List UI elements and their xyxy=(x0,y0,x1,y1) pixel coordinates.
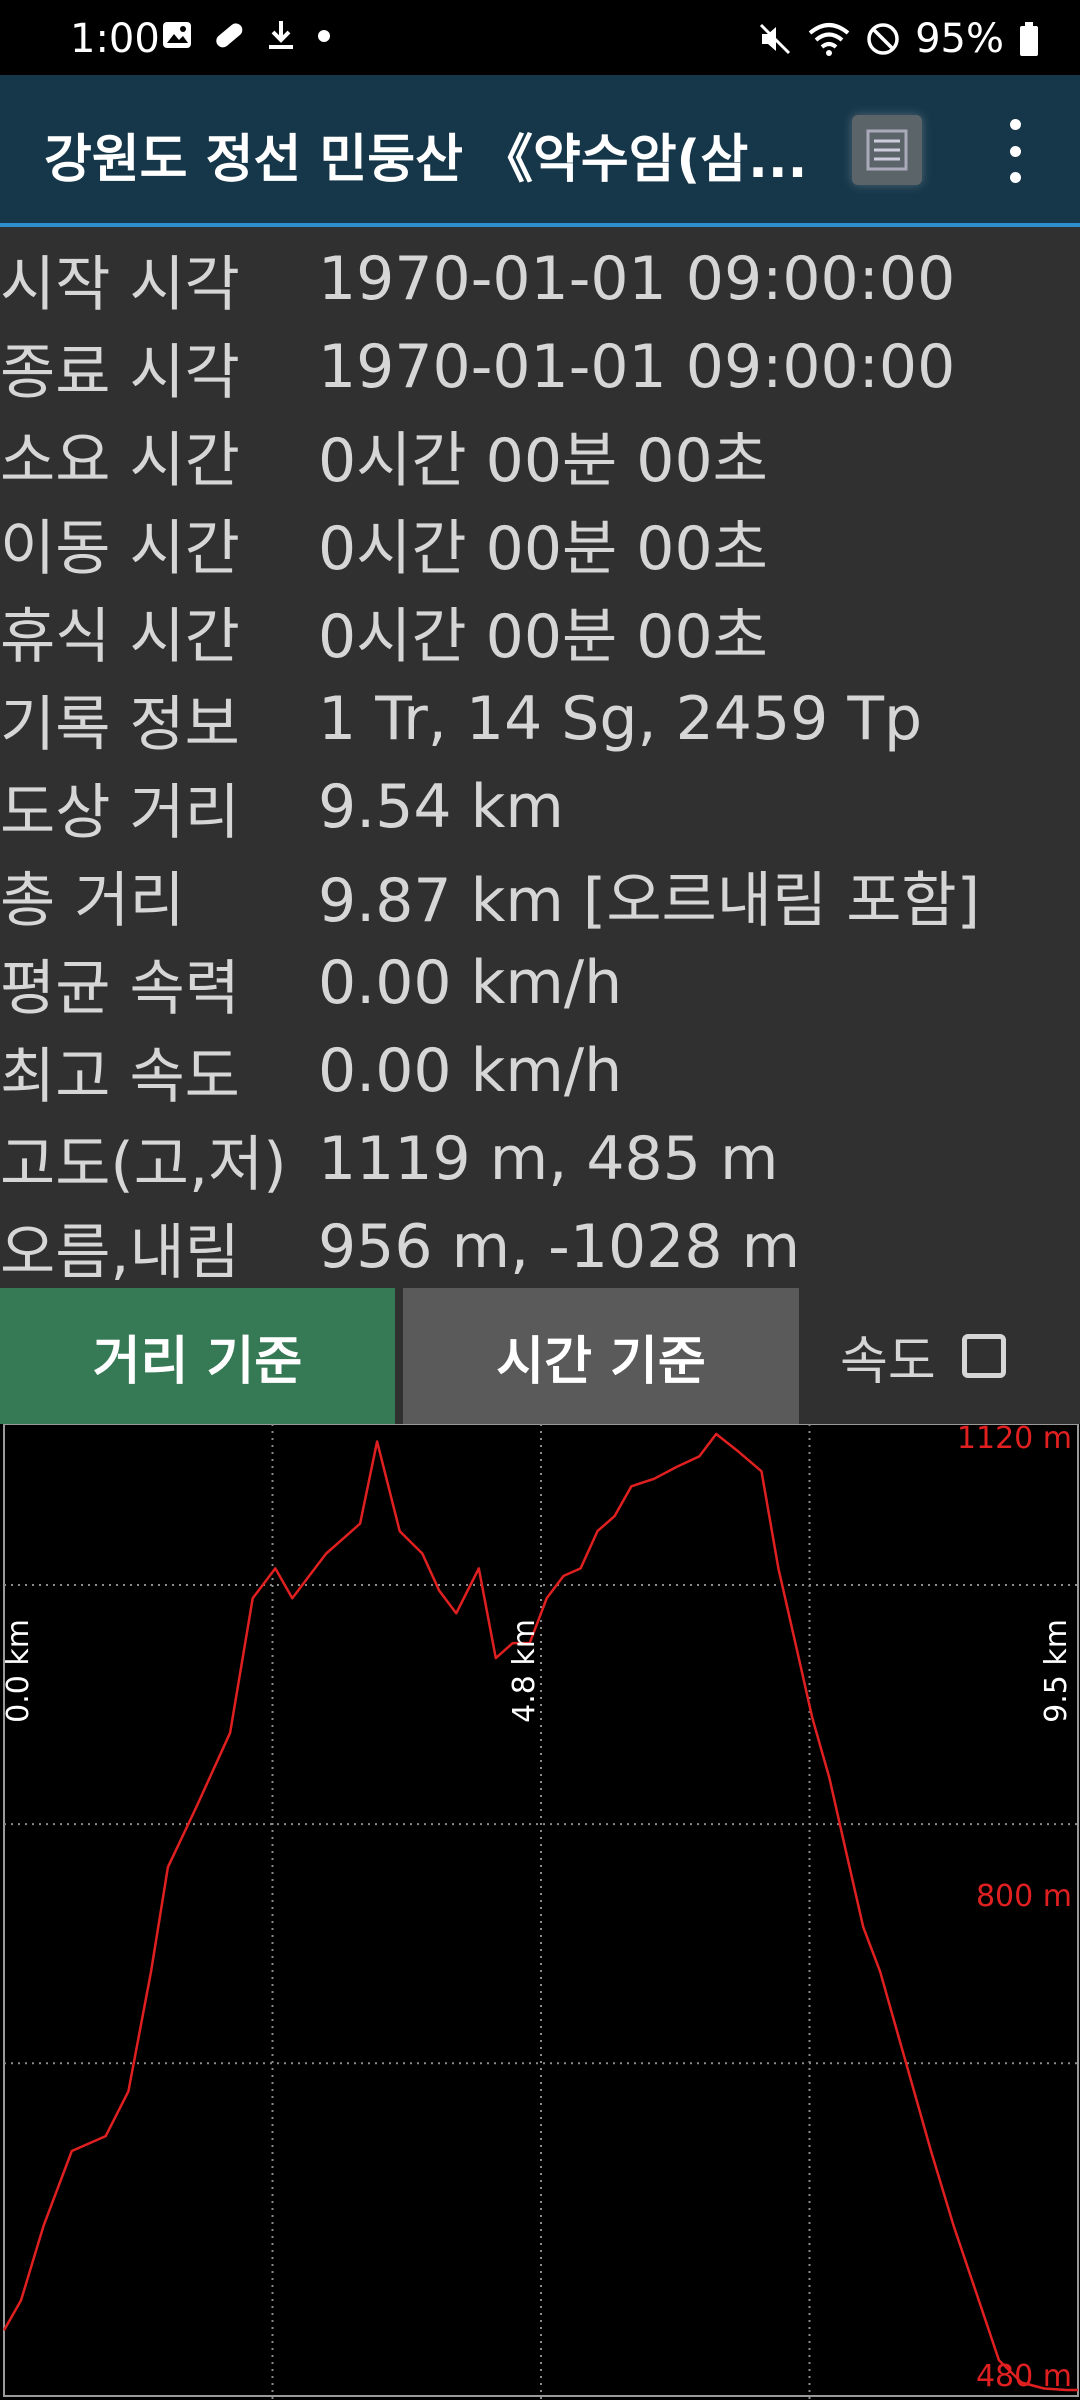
info-row-total-distance: 총 거리 9.87 km [오르내림 포함] xyxy=(0,851,1080,939)
info-value: 1119 m, 485 m xyxy=(318,1124,779,1194)
download-icon xyxy=(269,21,293,49)
info-row-avg-speed: 평균 속력 0.00 km/h xyxy=(0,939,1080,1027)
notification-icons xyxy=(160,18,332,52)
info-row-end-time: 종료 시각 1970-01-01 09:00:00 xyxy=(0,323,1080,411)
system-icons: 95% xyxy=(757,16,1040,62)
info-row-ascent-descent: 오름,내림 956 m, -1028 m xyxy=(0,1203,1080,1291)
info-row-moving-time: 이동 시간 0시간 00분 00초 xyxy=(0,499,1080,587)
info-row-start-time: 시작 시각 1970-01-01 09:00:00 xyxy=(0,235,1080,323)
x-tick-label: 9.5 km xyxy=(1039,1619,1074,1723)
battery-percent: 95% xyxy=(915,16,1004,62)
list-icon xyxy=(866,129,908,171)
pill-icon xyxy=(216,23,243,48)
dnd-icon xyxy=(867,23,899,55)
info-value: 9.54 km xyxy=(318,772,564,842)
elevation-chart-svg: 1120 m 800 m 480 m 0.0 km 4.8 km 9.5 km xyxy=(1,1424,1079,2400)
track-info-list: 시작 시각 1970-01-01 09:00:00 종료 시각 1970-01-01… xyxy=(0,235,1080,1291)
info-label: 총 거리 xyxy=(0,865,185,936)
image-icon xyxy=(163,22,191,48)
info-label: 평균 속력 xyxy=(0,953,240,1024)
info-value: 1 Tr, 14 Sg, 2459 Tp xyxy=(318,684,923,754)
mute-icon xyxy=(760,23,791,55)
info-label: 최고 속도 xyxy=(0,1041,240,1112)
speed-checkbox[interactable] xyxy=(961,1334,1006,1378)
info-value: 0.00 km/h xyxy=(318,1036,623,1106)
info-row-duration: 소요 시간 0시간 00분 00초 xyxy=(0,411,1080,499)
info-row-record-info: 기록 정보 1 Tr, 14 Sg, 2459 Tp xyxy=(0,675,1080,763)
info-label: 소요 시간 xyxy=(0,425,240,496)
distance-mode-button[interactable]: 거리 기준 xyxy=(0,1288,395,1424)
info-label: 휴식 시간 xyxy=(0,601,240,672)
info-label: 오름,내림 xyxy=(0,1217,240,1288)
time-mode-button[interactable]: 시간 기준 xyxy=(403,1288,799,1424)
info-label: 시작 시각 xyxy=(0,249,240,320)
track-title: 강원도 정선 민둥산 《약수암(삼... xyxy=(44,130,808,190)
status-bar: 1:00 95% xyxy=(0,0,1080,75)
info-label: 도상 거리 xyxy=(0,777,240,848)
speed-toggle[interactable]: 속도 xyxy=(840,1288,1006,1424)
y-tick-label: 800 m xyxy=(976,1879,1072,1914)
x-tick-label: 4.8 km xyxy=(507,1619,542,1723)
info-value: 9.87 km [오르내림 포함] xyxy=(318,865,981,936)
info-label: 종료 시각 xyxy=(0,337,240,408)
elevation-line xyxy=(2,1432,1078,2392)
info-value: 1970-01-01 09:00:00 xyxy=(318,332,956,402)
x-tick-label: 0.0 km xyxy=(1,1619,36,1723)
info-row-altitude: 고도(고,저) 1119 m, 485 m xyxy=(0,1115,1080,1203)
info-row-map-distance: 도상 거리 9.54 km xyxy=(0,763,1080,851)
info-value: 0시간 00분 00초 xyxy=(318,601,768,672)
info-row-max-speed: 최고 속도 0.00 km/h xyxy=(0,1027,1080,1115)
more-vert-icon xyxy=(1009,119,1021,130)
dot-icon xyxy=(318,30,330,42)
info-label: 고도(고,저) xyxy=(0,1129,287,1200)
battery-icon xyxy=(1020,22,1038,56)
elevation-chart[interactable]: 1120 m 800 m 480 m 0.0 km 4.8 km 9.5 km xyxy=(0,1424,1080,2400)
y-tick-label: 480 m xyxy=(976,2359,1072,2394)
info-label: 기록 정보 xyxy=(0,689,240,760)
speed-label: 속도 xyxy=(840,1331,936,1392)
graph-mode-bar: 거리 기준 시간 기준 속도 xyxy=(0,1288,1080,1424)
info-value: 0.00 km/h xyxy=(318,948,623,1018)
wifi-icon xyxy=(808,23,850,56)
y-tick-label: 1120 m xyxy=(957,1424,1072,1456)
status-time: 1:00 xyxy=(70,16,160,62)
info-value: 1970-01-01 09:00:00 xyxy=(318,244,956,314)
app-bar: 강원도 정선 민둥산 《약수암(삼... xyxy=(0,75,1080,227)
list-button[interactable] xyxy=(852,115,922,185)
info-value: 0시간 00분 00초 xyxy=(318,425,768,496)
info-label: 이동 시간 xyxy=(0,513,240,584)
more-options-button[interactable] xyxy=(990,115,1040,187)
info-value: 0시간 00분 00초 xyxy=(318,513,768,584)
info-row-rest-time: 휴식 시간 0시간 00분 00초 xyxy=(0,587,1080,675)
info-value: 956 m, -1028 m xyxy=(318,1212,801,1282)
